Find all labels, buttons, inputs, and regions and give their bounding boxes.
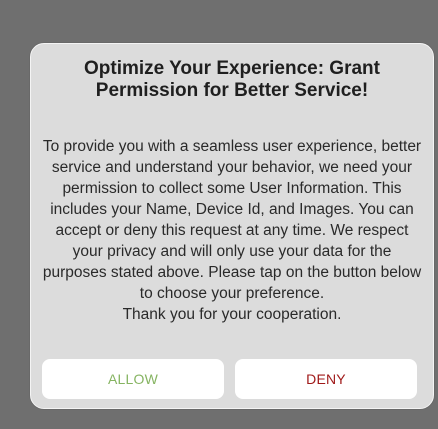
dialog-message-closing: Thank you for your cooperation.	[122, 306, 342, 323]
screen-overlay: Optimize Your Experience: Grant Permissi…	[0, 0, 438, 429]
dialog-message-body: To provide you with a seamless user expe…	[42, 138, 422, 302]
deny-button[interactable]: DENY	[235, 359, 417, 399]
permission-dialog: Optimize Your Experience: Grant Permissi…	[30, 43, 434, 409]
dialog-title: Optimize Your Experience: Grant Permissi…	[84, 58, 380, 101]
dialog-message: To provide you with a seamless user expe…	[31, 136, 433, 325]
dialog-actions: ALLOW DENY	[42, 359, 417, 399]
allow-button[interactable]: ALLOW	[42, 359, 224, 399]
